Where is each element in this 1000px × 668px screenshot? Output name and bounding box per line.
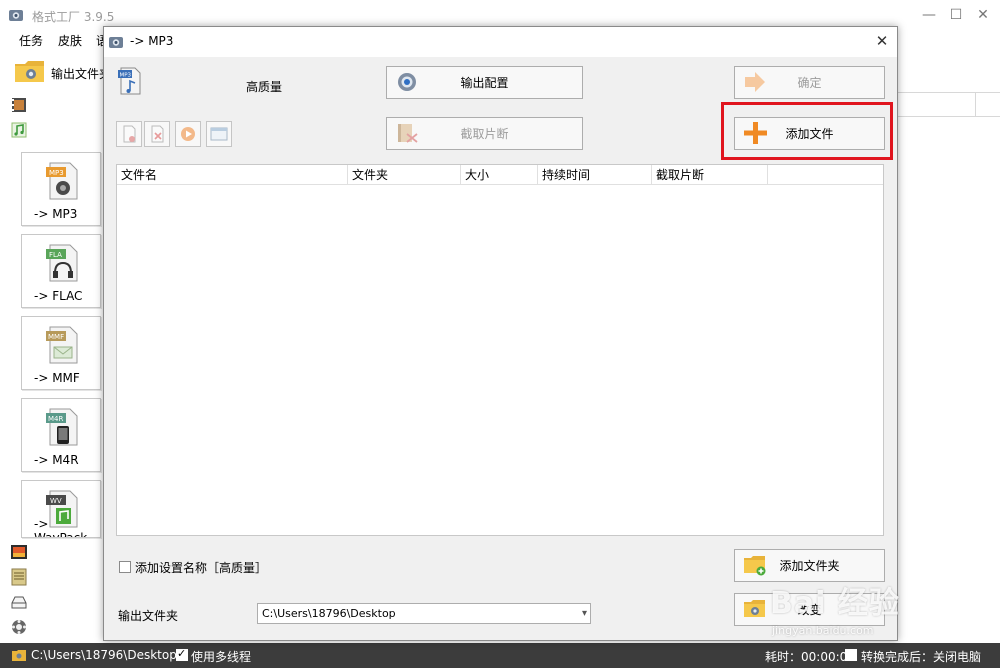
info-window-icon (210, 127, 228, 141)
output-config-button[interactable]: 输出配置 (386, 66, 583, 99)
film-scissors-icon (398, 124, 418, 143)
tile-wavpack[interactable]: WV -> WavPack (21, 480, 101, 538)
output-folder-value: C:\Users\18796\Desktop (262, 607, 396, 620)
audio-category-icon[interactable] (10, 121, 28, 139)
add-folder-label: 添加文件夹 (779, 559, 840, 573)
menu-task[interactable]: 任务 (19, 32, 43, 49)
arrow-right-icon (745, 72, 765, 92)
tile-label: -> MP3 (34, 207, 78, 221)
chevron-down-icon[interactable]: ▾ (582, 604, 587, 623)
minimize-icon[interactable]: — (918, 4, 940, 26)
column-header-clip[interactable]: 截取片断 (652, 165, 768, 185)
ok-label: 确定 (797, 76, 822, 90)
maximize-icon[interactable]: ☐ (945, 4, 967, 26)
play-button[interactable] (175, 121, 201, 147)
column-header-folder[interactable]: 文件夹 (348, 165, 461, 185)
baidu-watermark-url: jingyan.baidu.com (772, 624, 874, 637)
add-setting-name-checkbox[interactable] (119, 561, 131, 573)
folder-icon[interactable] (12, 648, 26, 662)
add-setting-name-label: 添加设置名称［高质量］ (135, 561, 268, 575)
right-panel-border (896, 92, 1000, 93)
app-logo-icon (9, 10, 23, 21)
video-category-icon[interactable] (10, 96, 28, 114)
clip-label: 截取片断 (460, 127, 509, 141)
status-output-path[interactable]: C:\Users\18796\Desktop (31, 648, 177, 662)
flac-file-icon: FLA (46, 244, 78, 282)
shutdown-checkbox[interactable] (845, 649, 857, 661)
tile-badge: MMF (48, 333, 64, 341)
tile-label: -> WavPack (34, 517, 88, 538)
tile-badge: MP3 (49, 169, 64, 177)
tools-category-icon[interactable] (10, 618, 28, 636)
add-file-label: 添加文件 (785, 127, 834, 141)
elapsed-time: 耗时：00:00:00 (765, 650, 855, 664)
clear-list-button[interactable] (144, 121, 170, 147)
quality-label: 高质量 (246, 80, 283, 94)
column-header-filename[interactable]: 文件名 (117, 165, 348, 185)
folder-icon (744, 600, 765, 617)
mp3-file-icon: MP3 (46, 162, 78, 200)
m4r-file-icon: M4R (46, 408, 78, 446)
file-list-table[interactable]: 文件名 文件夹 大小 持续时间 截取片断 (116, 164, 884, 536)
gear-icon (398, 73, 416, 91)
dialog-title: -> MP3 (130, 34, 174, 48)
image-category-icon[interactable] (10, 543, 28, 561)
multithread-label: 使用多线程 (191, 650, 252, 664)
dialog-close-icon[interactable]: ✕ (872, 31, 892, 51)
tile-mmf[interactable]: MMF -> MMF (21, 316, 101, 390)
remove-task-button[interactable] (116, 121, 142, 147)
delete-icon (151, 125, 164, 143)
app-logo-icon (109, 37, 123, 48)
tile-m4r[interactable]: M4R -> M4R (21, 398, 101, 472)
main-title: 格式工厂 3.9.5 (32, 10, 115, 24)
svg-text:MP3: MP3 (120, 73, 132, 79)
shutdown-label: 转换完成后：关闭电脑 (861, 650, 982, 664)
mp3-dialog: -> MP3 ✕ MP3 高质量 输出配置 确定 截取片断 添加文件 文件名 文… (103, 26, 898, 641)
tile-label: -> M4R (34, 453, 79, 467)
output-folder-select[interactable]: C:\Users\18796\Desktop ▾ (257, 603, 591, 624)
tile-mp3[interactable]: MP3 -> MP3 (21, 152, 101, 226)
menu-skin[interactable]: 皮肤 (58, 32, 82, 49)
output-folder-toolbar-label[interactable]: 输出文件夹 (51, 65, 111, 82)
column-header-size[interactable]: 大小 (461, 165, 538, 185)
tile-label: -> FLAC (34, 289, 83, 303)
output-folder-toolbar-icon[interactable] (14, 58, 46, 84)
column-header-blank (768, 165, 883, 185)
tile-badge: FLA (49, 251, 62, 259)
clip-button[interactable]: 截取片断 (386, 117, 583, 150)
add-file-button[interactable]: 添加文件 (734, 117, 885, 150)
column-header-duration[interactable]: 持续时间 (538, 165, 652, 185)
mp3-quality-icon: MP3 (118, 67, 141, 95)
mmf-file-icon: MMF (46, 326, 78, 364)
close-main-icon[interactable]: ✕ (972, 4, 994, 26)
dialog-titlebar: -> MP3 ✕ (104, 27, 897, 57)
tile-badge: M4R (48, 415, 63, 423)
tile-flac[interactable]: FLA -> FLAC (21, 234, 101, 308)
media-info-button[interactable] (206, 121, 232, 147)
multithread-checkbox[interactable] (176, 647, 188, 661)
plus-icon (744, 122, 767, 144)
output-folder-label: 输出文件夹 (118, 609, 179, 623)
rom-device-category-icon[interactable] (10, 593, 28, 611)
ok-button[interactable]: 确定 (734, 66, 885, 99)
play-icon (181, 127, 195, 141)
right-panel-border (975, 92, 976, 116)
right-panel-border (896, 116, 1000, 117)
remove-file-icon (123, 125, 136, 143)
tile-badge: WV (50, 497, 62, 505)
tile-label: -> MMF (34, 371, 80, 385)
document-category-icon[interactable] (10, 568, 28, 586)
add-folder-icon (744, 556, 766, 576)
output-config-label: 输出配置 (460, 76, 509, 90)
status-bar: C:\Users\18796\Desktop 使用多线程 耗时：00:00:00… (0, 643, 1000, 668)
